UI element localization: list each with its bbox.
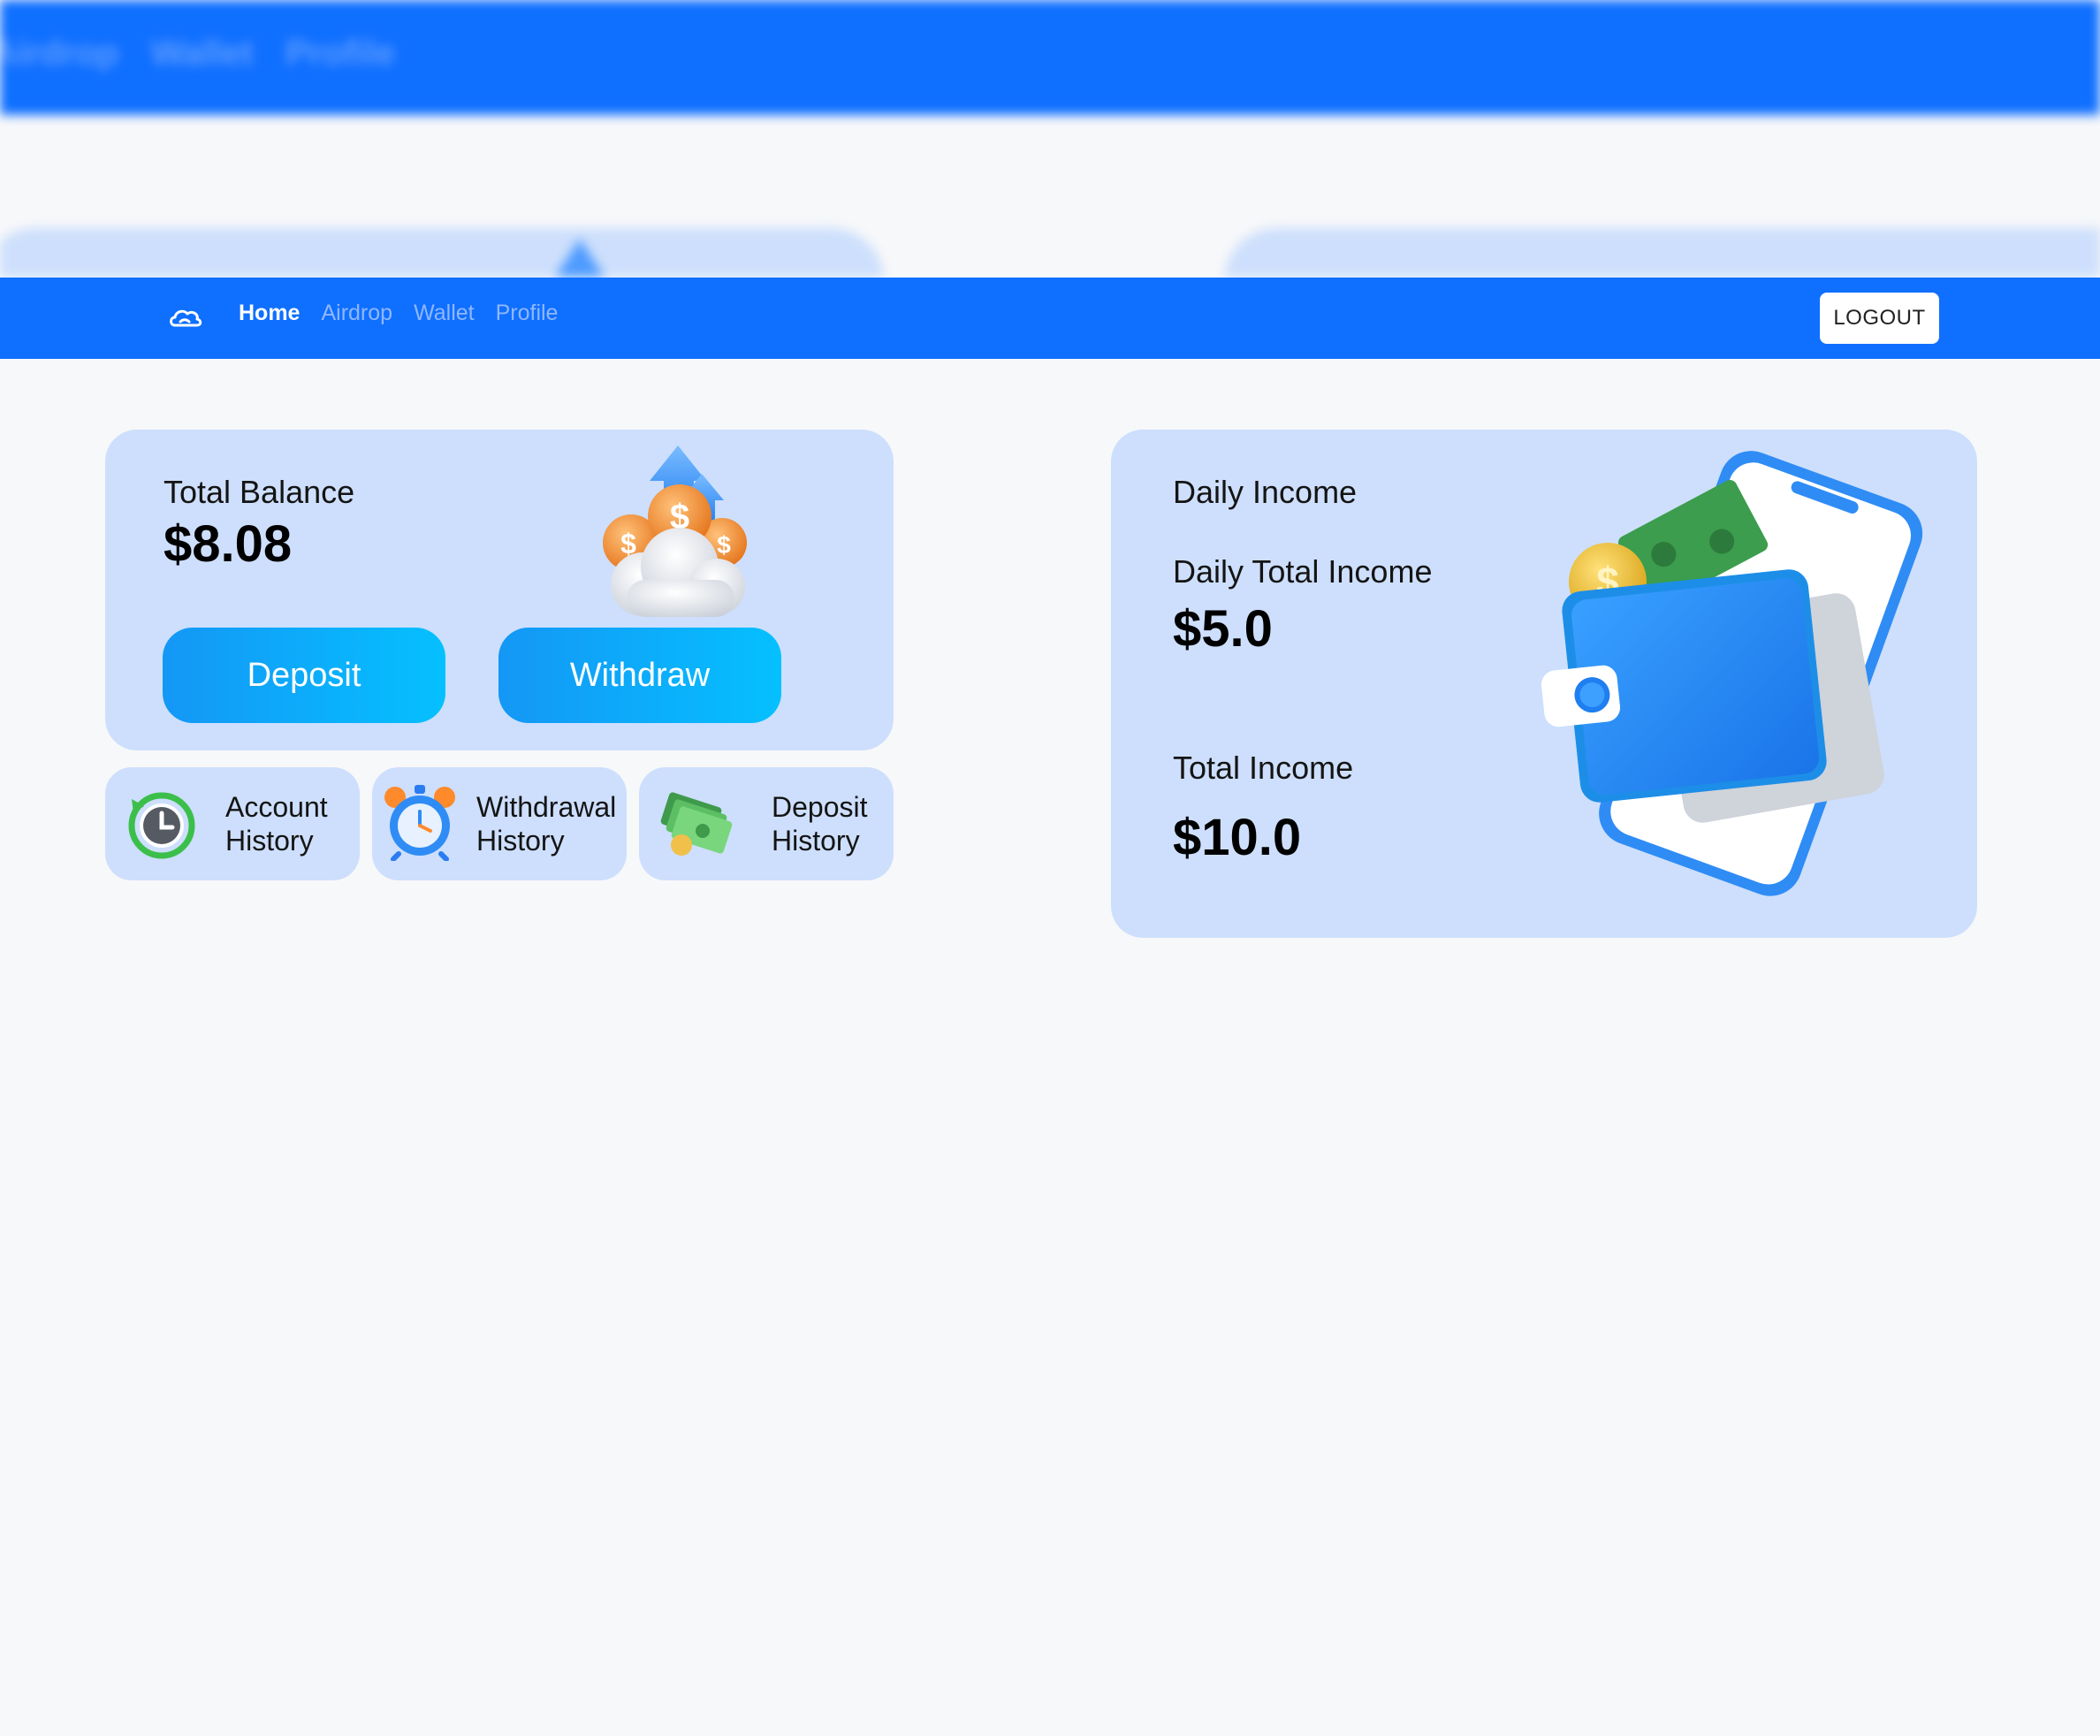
account-history-label: Account History [225,790,328,857]
deposit-history-label: Deposit History [772,790,868,857]
svg-text:$: $ [717,531,731,559]
navbar: Home Airdrop Wallet Profile LOGOUT [0,278,2100,359]
balance-amount: $8.08 [164,515,293,573]
cloud-icon[interactable] [168,306,203,331]
background-card [0,228,884,278]
withdrawal-history-line2: History [476,825,565,857]
total-income-label: Total Income [1173,750,1354,786]
income-title: Daily Income [1173,474,1358,510]
background-nav-item: Profile [285,34,396,72]
nav-airdrop[interactable]: Airdrop [321,301,392,326]
clock-history-icon [128,792,195,859]
withdrawal-history-label: Withdrawal History [476,790,616,857]
wallet-phone-icon: $ [1541,451,1923,896]
deposit-history-card[interactable]: Deposit History [639,767,894,880]
withdraw-button[interactable]: Withdraw [498,628,781,723]
daily-total-income-label: Daily Total Income [1173,553,1433,590]
background-nav-links: Airdrop Wallet Profile [0,34,395,73]
account-history-line2: History [225,825,314,857]
logout-button[interactable]: LOGOUT [1820,293,1939,344]
deposit-history-line1: Deposit [772,791,868,823]
income-card: Daily Income Daily Total Income $5.0 Tot… [1111,430,1977,938]
nav-wallet[interactable]: Wallet [414,301,475,326]
alarm-clock-icon [384,785,455,861]
account-history-line1: Account [225,791,328,823]
deposit-history-line2: History [772,825,860,857]
daily-total-income-value: $5.0 [1173,600,1273,658]
balance-card: Total Balance $8.08 $ $ $ Deposit Withdr… [105,430,894,750]
background-nav-item: Wallet [150,34,254,72]
background-overlay: Airdrop Wallet Profile [0,0,2100,278]
cloud-coins-icon: $ $ $ [603,445,747,617]
background-navbar: Airdrop Wallet Profile [0,0,2100,115]
withdrawal-history-line1: Withdrawal [476,791,617,823]
balance-title: Total Balance [164,474,355,510]
total-income-value: $10.0 [1173,809,1302,866]
background-nav-item: Airdrop [0,34,119,72]
cash-icon [660,792,733,856]
deposit-button[interactable]: Deposit [163,628,445,723]
withdrawal-history-card[interactable]: Withdrawal History [372,767,627,880]
account-history-card[interactable]: Account History [105,767,360,880]
nav-home[interactable]: Home [239,301,300,326]
background-arrow-icon [555,239,605,278]
background-card [1224,228,2100,278]
nav-links: Home Airdrop Wallet Profile [239,301,558,326]
nav-profile[interactable]: Profile [496,301,559,326]
